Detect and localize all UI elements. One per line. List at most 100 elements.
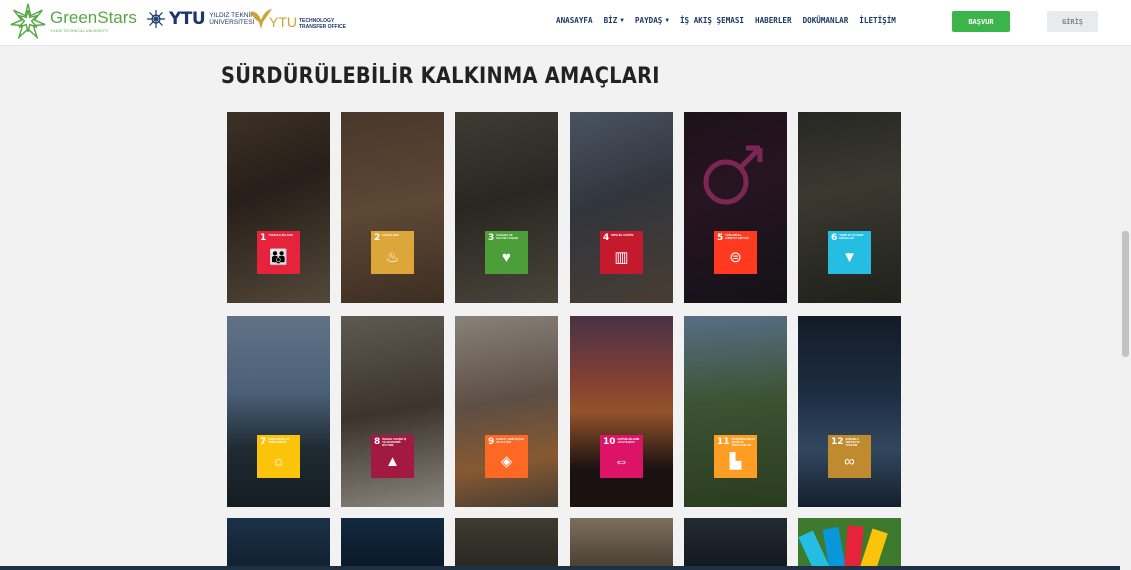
sdg-label: EŞİTSİZLİKLERİN AZALTILMASI bbox=[617, 438, 640, 444]
sdg-card-7[interactable]: 7 ERİŞİLEBİLİR VE TEMİZ ENERJİ ☼ bbox=[227, 316, 330, 507]
ytu-star-icon bbox=[147, 10, 165, 28]
nav-item-biz[interactable]: BİZ ▼ bbox=[604, 16, 624, 25]
heartbeat-icon: ♥ bbox=[502, 248, 511, 266]
gender-equality-sdg-badge: 5 TOPLUMSAL CİNSİYET EŞİTLİĞİ ⊜ bbox=[714, 231, 757, 274]
heartbeat-sdg-badge: 3 SAĞLIKLI VE KALİTELİ YAŞAM ♥ bbox=[485, 231, 528, 274]
chevron-down-icon: ▼ bbox=[620, 17, 624, 24]
water-icon: ▼ bbox=[842, 248, 857, 266]
city-sdg-badge: 11 SÜRDÜRÜLEBİLİR ŞEHİR VE TOPLULUKLAR ▙ bbox=[714, 435, 757, 478]
page-scrollbar[interactable] bbox=[1120, 46, 1131, 570]
greenstars-subtitle: YILDIZ TECHNICAL UNIVERSITY bbox=[50, 29, 109, 33]
equality-arrows-sdg-badge: 10 EŞİTSİZLİKLERİN AZALTILMASI ⇔ bbox=[600, 435, 643, 478]
nav-item-paydas[interactable]: PAYDAŞ ▼ bbox=[635, 16, 669, 25]
sdg-card-8[interactable]: 8 İNSANA YAKIŞIR İŞ VE EKONOMİK BÜYÜME ▲ bbox=[341, 316, 444, 507]
tto-logo[interactable]: YTU TECHNOLOGY TRANSFER OFFICE bbox=[249, 8, 346, 30]
book-icon: ▥ bbox=[614, 248, 629, 266]
sdg-label: SORUMLU ÜRETİM VE TÜKETİM bbox=[845, 438, 860, 447]
equality-arrows-icon: ⇔ bbox=[614, 452, 629, 470]
sdg-number: 4 bbox=[603, 233, 610, 243]
nav-item-dokumanlar[interactable]: DOKÜMANLAR bbox=[803, 16, 849, 25]
nav-item-iletisim[interactable]: İLETİŞİM bbox=[859, 16, 896, 25]
sdg-card-2[interactable]: 2 AÇLIĞA SON ♨ bbox=[341, 112, 444, 303]
sdg-card-17[interactable] bbox=[684, 518, 787, 570]
cubes-sdg-badge: 9 SANAYİ, YENİLİKÇİLİK VE ALTYAPI ◈ bbox=[485, 435, 528, 478]
sdg-card-12[interactable]: 12 SORUMLU ÜRETİM VE TÜKETİM ∞ bbox=[798, 316, 901, 507]
sdg-card-all-goals[interactable] bbox=[798, 518, 901, 570]
green-star-icon bbox=[10, 3, 46, 39]
sdg-number: 5 bbox=[717, 233, 724, 243]
gender-symbol-icon bbox=[703, 145, 763, 205]
ytu-line-2: ÜNİVERSİTESİ bbox=[209, 19, 255, 26]
nav-label: PAYDAŞ bbox=[634, 16, 663, 25]
book-sdg-badge: 4 NİTELİKLİ EĞİTİM ▥ bbox=[600, 231, 643, 274]
growth-chart-icon: ▲ bbox=[385, 452, 400, 470]
tto-wordmark: YTU bbox=[269, 14, 297, 30]
sdg-card-10[interactable]: 10 EŞİTSİZLİKLERİN AZALTILMASI ⇔ bbox=[570, 316, 673, 507]
sdg-card-3[interactable]: 3 SAĞLIKLI VE KALİTELİ YAŞAM ♥ bbox=[455, 112, 558, 303]
site-header: GreenStars YILDIZ TECHNICAL UNIVERSITY Y… bbox=[0, 0, 1131, 46]
infinity-icon: ∞ bbox=[844, 452, 855, 470]
nav-label: ANASAYFA bbox=[556, 16, 593, 25]
sdg-label: SAĞLIKLI VE KALİTELİ YAŞAM bbox=[496, 234, 518, 240]
sdg-label: YOKSULLUĞA SON bbox=[268, 234, 293, 237]
bowl-sdg-badge: 2 AÇLIĞA SON ♨ bbox=[371, 231, 414, 274]
greenstars-logo[interactable]: GreenStars YILDIZ TECHNICAL UNIVERSITY bbox=[10, 3, 137, 39]
sdg-number: 2 bbox=[374, 233, 381, 243]
sdg-number: 1 bbox=[260, 233, 267, 243]
sdg-number: 6 bbox=[831, 233, 838, 243]
sdg-card-11[interactable]: 11 SÜRDÜRÜLEBİLİR ŞEHİR VE TOPLULUKLAR ▙ bbox=[684, 316, 787, 507]
nav-label: BİZ bbox=[603, 16, 618, 25]
sdg-label: SÜRDÜRÜLEBİLİR ŞEHİR VE TOPLULUKLAR bbox=[731, 438, 755, 447]
bottom-edge bbox=[0, 566, 1120, 570]
nav-label: DOKÜMANLAR bbox=[802, 16, 849, 25]
scrollbar-thumb[interactable] bbox=[1122, 231, 1129, 357]
gender-equality-icon: ⊜ bbox=[729, 248, 742, 266]
ytu-wordmark: YTU bbox=[169, 9, 206, 29]
nav-label: İLETİŞİM bbox=[859, 16, 896, 25]
city-icon: ▙ bbox=[729, 452, 742, 470]
chevron-down-icon: ▼ bbox=[665, 17, 669, 24]
sdg-number: 8 bbox=[374, 437, 381, 447]
sdg-card-13[interactable] bbox=[227, 518, 330, 570]
login-button[interactable]: GİRİŞ bbox=[1047, 11, 1098, 32]
sdg-number: 7 bbox=[260, 437, 267, 447]
ytu-logo[interactable]: YTU YILDIZ TEKNİK ÜNİVERSİTESİ bbox=[146, 9, 255, 29]
infinity-sdg-badge: 12 SORUMLU ÜRETİM VE TÜKETİM ∞ bbox=[828, 435, 871, 478]
sdg-card-5[interactable]: 5 TOPLUMSAL CİNSİYET EŞİTLİĞİ ⊜ bbox=[684, 112, 787, 303]
sdg-number: 12 bbox=[831, 437, 844, 447]
growth-chart-sdg-badge: 8 İNSANA YAKIŞIR İŞ VE EKONOMİK BÜYÜME ▲ bbox=[371, 435, 414, 478]
sdg-tile bbox=[860, 528, 888, 570]
tto-line-2: TRANSFER OFFICE bbox=[299, 24, 346, 30]
sdg-label: ERİŞİLEBİLİR VE TEMİZ ENERJİ bbox=[268, 438, 290, 444]
sdg-tile bbox=[844, 525, 864, 567]
sdg-card-1[interactable]: 1 YOKSULLUĞA SON 👪 bbox=[227, 112, 330, 303]
sdg-label: TOPLUMSAL CİNSİYET EŞİTLİĞİ bbox=[725, 234, 749, 240]
water-sdg-badge: 6 TEMİZ SU VE SIHHİ KOŞULLAR ▼ bbox=[828, 231, 871, 274]
apply-button[interactable]: BAŞVUR bbox=[952, 11, 1010, 32]
ytu-line-1: YILDIZ TEKNİK bbox=[209, 12, 255, 19]
bowl-icon: ♨ bbox=[385, 248, 400, 266]
nav-item-anasayfa[interactable]: ANASAYFA bbox=[556, 16, 593, 25]
sdg-label: NİTELİKLİ EĞİTİM bbox=[611, 234, 634, 237]
nav-item-is-akis-semasi[interactable]: İŞ AKIŞ ŞEMASI bbox=[680, 16, 744, 25]
sdg-card-9[interactable]: 9 SANAYİ, YENİLİKÇİLİK VE ALTYAPI ◈ bbox=[455, 316, 558, 507]
sdg-label: TEMİZ SU VE SIHHİ KOŞULLAR bbox=[839, 234, 864, 240]
cubes-icon: ◈ bbox=[500, 452, 513, 470]
nav-label: İŞ AKIŞ ŞEMASI bbox=[679, 16, 744, 25]
sdg-number: 10 bbox=[603, 437, 616, 447]
sdg-card-6[interactable]: 6 TEMİZ SU VE SIHHİ KOŞULLAR ▼ bbox=[798, 112, 901, 303]
family-sdg-badge: 1 YOKSULLUĞA SON 👪 bbox=[257, 231, 300, 274]
family-icon: 👪 bbox=[269, 248, 288, 266]
sdg-card-14[interactable] bbox=[341, 518, 444, 570]
sdg-label: İNSANA YAKIŞIR İŞ VE EKONOMİK BÜYÜME bbox=[382, 438, 407, 447]
sdg-card-4[interactable]: 4 NİTELİKLİ EĞİTİM ▥ bbox=[570, 112, 673, 303]
sun-sdg-badge: 7 ERİŞİLEBİLİR VE TEMİZ ENERJİ ☼ bbox=[257, 435, 300, 478]
page-title: SÜRDÜRÜLEBİLİR KALKINMA AMAÇLARI bbox=[221, 64, 660, 89]
sun-icon: ☼ bbox=[271, 452, 286, 470]
sdg-number: 11 bbox=[717, 437, 730, 447]
nav-item-haberler[interactable]: HABERLER bbox=[755, 16, 792, 25]
sdg-card-15[interactable] bbox=[455, 518, 558, 570]
main-nav: ANASAYFA BİZ ▼ PAYDAŞ ▼ İŞ AKIŞ ŞEMASI HAB… bbox=[556, 16, 896, 25]
sdg-label: AÇLIĞA SON bbox=[382, 234, 399, 237]
sdg-card-16[interactable] bbox=[570, 518, 673, 570]
